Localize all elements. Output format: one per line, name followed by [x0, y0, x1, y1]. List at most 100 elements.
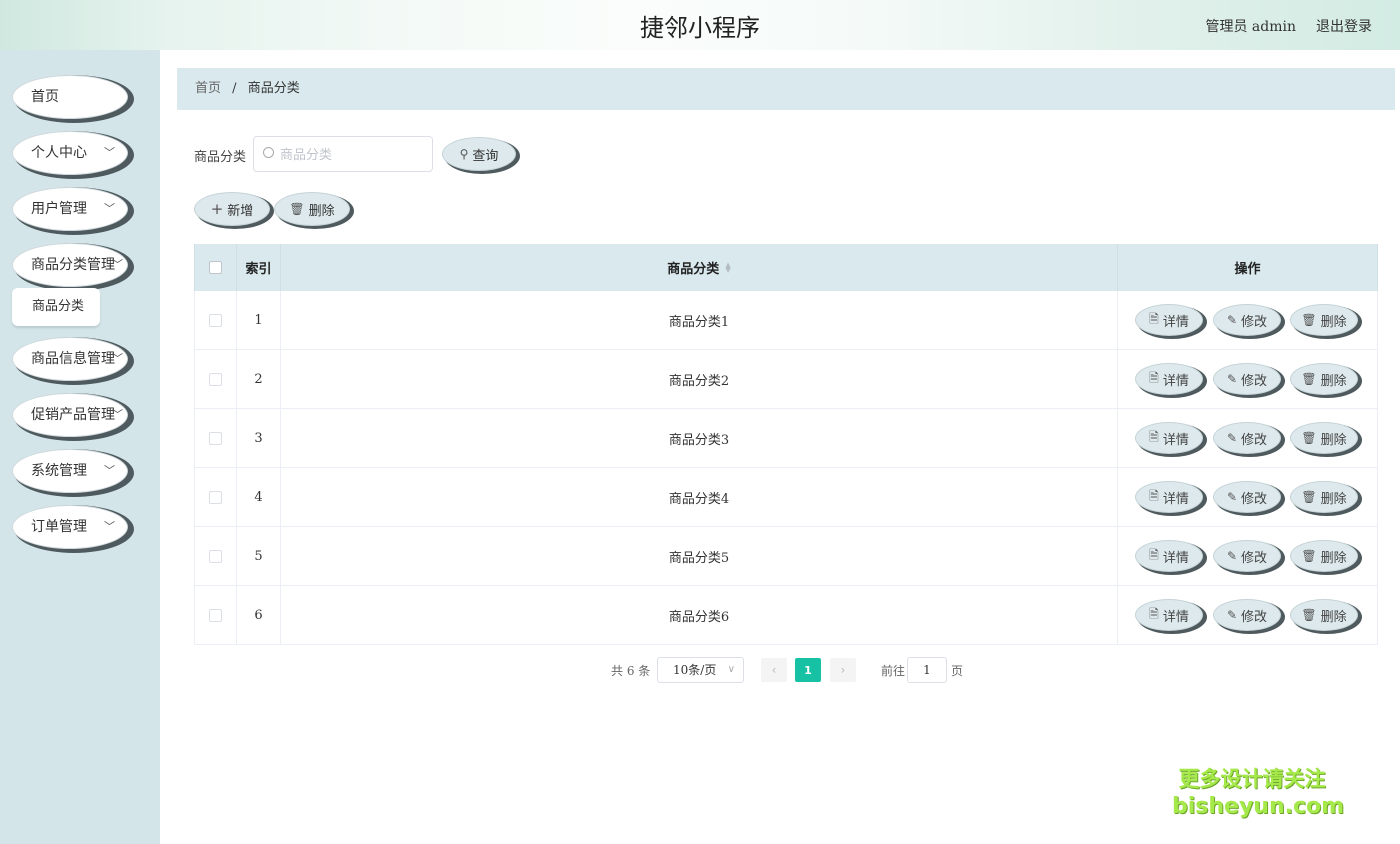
app-header: 捷邻小程序 管理员 admin 退出登录 [0, 0, 1400, 50]
chevron-down-icon: ﹀ [104, 146, 115, 159]
table-header: 索引 商品分类 ▲ ▼ 操作 [194, 244, 1378, 291]
row-checkbox[interactable] [209, 490, 222, 504]
page-size-select[interactable]: 10条/页 ∨ [657, 657, 744, 683]
sidebar-item-promo-mgmt[interactable]: 促销产品管理 ﹀ [12, 393, 128, 437]
pencil-icon: ✎ [1226, 608, 1238, 622]
row-checkbox[interactable] [209, 313, 222, 327]
delete-button-label: 删除 [1320, 550, 1347, 566]
search-label: 商品分类 [194, 150, 247, 165]
header-name-label: 商品分类 [667, 262, 720, 277]
search-field[interactable] [253, 136, 433, 172]
sidebar-item-system-mgmt[interactable]: 系统管理 ﹀ [12, 449, 128, 493]
detail-button-label: 详情 [1162, 609, 1189, 625]
edit-button[interactable]: ✎ 修改 [1213, 540, 1281, 572]
detail-button-label: 详情 [1162, 432, 1189, 448]
goto-page-input[interactable] [907, 657, 947, 683]
breadcrumb: 首页 / 商品分类 [177, 68, 1395, 110]
add-button[interactable]: + 新增 [194, 192, 270, 226]
header-index: 索引 [237, 244, 281, 291]
delete-button[interactable]: 🗑 删除 [1290, 540, 1358, 572]
edit-button-label: 修改 [1241, 314, 1268, 330]
detail-button[interactable]: 🗎 详情 [1135, 540, 1203, 572]
next-page-button[interactable]: › [830, 658, 856, 682]
sidebar-subitem-category[interactable]: 商品分类 [12, 288, 100, 326]
row-checkbox[interactable] [209, 608, 222, 622]
table-row: 1 商品分类1 🗎 详情 ✎ 修改 🗑 删除 [194, 291, 1378, 350]
trash-icon: 🗑 [1301, 608, 1317, 622]
pencil-icon: ✎ [1226, 372, 1238, 386]
sidebar-item-label: 商品分类管理 [31, 257, 115, 273]
trash-icon: 🗑 [1301, 431, 1317, 445]
row-name: 商品分类1 [281, 291, 1118, 349]
table-row: 3 商品分类3 🗎 详情 ✎ 修改 🗑 删除 [194, 409, 1378, 468]
select-all-checkbox[interactable] [209, 261, 222, 274]
document-icon: 🗎 [1149, 488, 1159, 503]
delete-button-label: 删除 [1320, 373, 1347, 389]
row-checkbox[interactable] [209, 431, 222, 445]
edit-button-label: 修改 [1241, 550, 1268, 566]
search-button[interactable]: ⚲ 查询 [442, 137, 516, 171]
row-name: 商品分类4 [281, 468, 1118, 526]
page-number-current[interactable]: 1 [795, 658, 821, 682]
delete-button[interactable]: 🗑 删除 [1290, 422, 1358, 454]
document-icon: 🗎 [1149, 606, 1159, 621]
row-index: 1 [237, 291, 281, 349]
detail-button[interactable]: 🗎 详情 [1135, 599, 1203, 631]
header-check-cell [194, 244, 237, 291]
sidebar-item-label: 系统管理 [31, 463, 87, 479]
row-checkbox[interactable] [209, 549, 222, 563]
header-ops: 操作 [1118, 244, 1378, 291]
edit-button[interactable]: ✎ 修改 [1213, 481, 1281, 513]
search-input[interactable] [280, 145, 425, 165]
chevron-left-icon: ‹ [771, 663, 777, 677]
delete-button[interactable]: 🗑 删除 [1290, 481, 1358, 513]
row-index: 2 [237, 350, 281, 408]
app-title: 捷邻小程序 [640, 14, 760, 42]
sort-icon[interactable]: ▲ ▼ [725, 261, 730, 273]
sidebar-item-order-mgmt[interactable]: 订单管理 ﹀ [12, 505, 128, 549]
edit-button[interactable]: ✎ 修改 [1213, 599, 1281, 631]
detail-button[interactable]: 🗎 详情 [1135, 422, 1203, 454]
breadcrumb-home[interactable]: 首页 [195, 81, 221, 96]
page-size-value: 10条/页 [673, 663, 717, 677]
sidebar: 首页 个人中心 ﹀ 用户管理 ﹀ 商品分类管理 ﹀ 商品分类 商品信息管理 ﹀ … [0, 50, 160, 844]
logout-link[interactable]: 退出登录 [1316, 16, 1372, 36]
search-icon: ⚲ [459, 147, 469, 161]
trash-icon: 🗑 [1301, 549, 1317, 563]
search-button-label: 查询 [472, 148, 499, 164]
detail-button[interactable]: 🗎 详情 [1135, 363, 1203, 395]
delete-button-label: 删除 [1320, 609, 1347, 625]
detail-button[interactable]: 🗎 详情 [1135, 304, 1203, 336]
sidebar-item-label: 个人中心 [31, 145, 87, 161]
edit-button[interactable]: ✎ 修改 [1213, 422, 1281, 454]
delete-button[interactable]: 🗑 删除 [1290, 304, 1358, 336]
row-index: 6 [237, 586, 281, 644]
edit-button[interactable]: ✎ 修改 [1213, 304, 1281, 336]
bulk-delete-button[interactable]: 🗑 删除 [274, 192, 350, 226]
sidebar-item-profile[interactable]: 个人中心 ﹀ [12, 131, 128, 175]
prev-page-button[interactable]: ‹ [761, 658, 787, 682]
sidebar-item-users[interactable]: 用户管理 ﹀ [12, 187, 128, 231]
edit-button[interactable]: ✎ 修改 [1213, 363, 1281, 395]
sidebar-item-product-mgmt[interactable]: 商品信息管理 ﹀ [12, 337, 128, 381]
watermark: 更多设计请关注 bisheyun.com [1172, 766, 1344, 820]
delete-button-label: 删除 [1320, 491, 1347, 507]
pencil-icon: ✎ [1226, 549, 1238, 563]
chevron-down-icon: ﹀ [112, 258, 123, 271]
header-name[interactable]: 商品分类 ▲ ▼ [281, 244, 1118, 291]
watermark-line1: 更多设计请关注 [1178, 767, 1326, 791]
document-icon: 🗎 [1149, 547, 1159, 562]
delete-button[interactable]: 🗑 删除 [1290, 599, 1358, 631]
row-checkbox[interactable] [209, 372, 222, 386]
sidebar-item-category-mgmt[interactable]: 商品分类管理 ﹀ [12, 243, 128, 287]
row-actions: 🗎 详情 ✎ 修改 🗑 删除 [1118, 468, 1378, 526]
row-actions: 🗎 详情 ✎ 修改 🗑 删除 [1118, 586, 1378, 644]
edit-button-label: 修改 [1241, 491, 1268, 507]
delete-button[interactable]: 🗑 删除 [1290, 363, 1358, 395]
detail-button[interactable]: 🗎 详情 [1135, 481, 1203, 513]
pagination-total: 共 6 条 [611, 664, 651, 678]
trash-icon: 🗑 [289, 202, 305, 216]
delete-button-label: 删除 [1320, 314, 1347, 330]
add-button-label: 新增 [227, 203, 254, 219]
sidebar-item-home[interactable]: 首页 [12, 75, 128, 119]
